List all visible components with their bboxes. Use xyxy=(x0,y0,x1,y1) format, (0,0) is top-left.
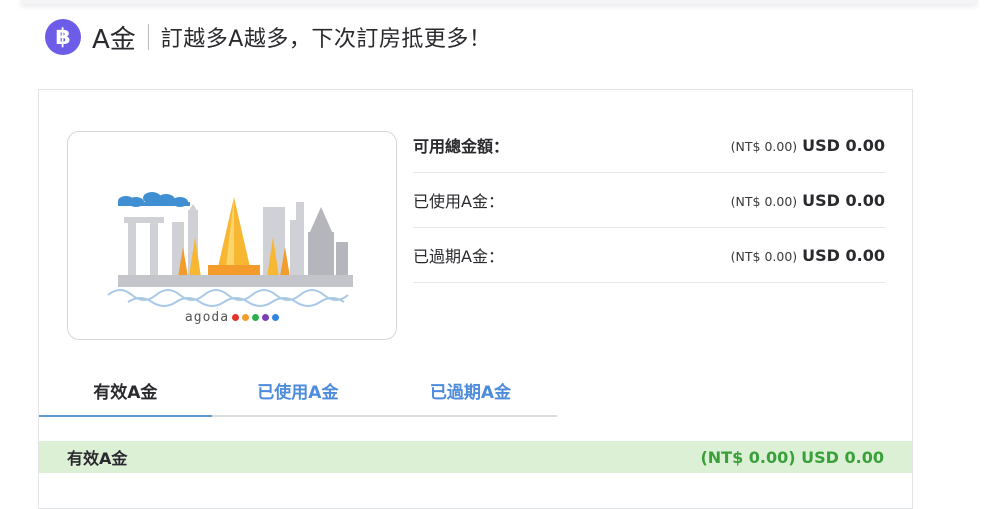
city-skyline-illustration xyxy=(107,192,353,307)
cash-tabs: 有效A金 已使用A金 已過期A金 xyxy=(39,370,557,417)
tab-valid-cash[interactable]: 有效A金 xyxy=(39,370,212,417)
summary-label: 有效A金 xyxy=(67,449,128,468)
balance-label: 已使用A金： xyxy=(413,192,504,211)
tab-expired-cash[interactable]: 已過期A金 xyxy=(384,370,557,415)
balance-list: 可用總金額： (NT$ 0.00) USD 0.00 已使用A金： (NT$ 0… xyxy=(413,118,885,283)
balance-amount: (NT$ 0.00) USD 0.00 xyxy=(731,246,885,265)
logo-dot xyxy=(272,314,280,321)
agoda-logo-text: agoda xyxy=(184,310,230,325)
logo-dot xyxy=(232,314,240,321)
title-divider xyxy=(147,24,149,50)
logo-dot xyxy=(262,314,270,321)
valid-cash-summary: 有效A金 (NT$ 0.00) USD 0.00 xyxy=(39,441,912,473)
page-tagline: 訂越多A越多，下次訂房抵更多！ xyxy=(160,27,492,52)
balance-amount: (NT$ 0.00) USD 0.00 xyxy=(731,191,885,210)
page-title: A金 xyxy=(92,24,136,55)
balance-label: 已過期A金： xyxy=(413,247,504,266)
balance-usd: USD 0.00 xyxy=(802,245,885,265)
balance-ntd: (NT$ 0.00) xyxy=(730,248,798,264)
page-header: ฿ A金 訂越多A越多，下次訂房抵更多！ xyxy=(45,17,491,57)
logo-dot xyxy=(252,314,260,321)
balance-usd: USD 0.00 xyxy=(802,135,885,155)
tab-used-cash[interactable]: 已使用A金 xyxy=(212,370,385,415)
cash-panel: agoda 可用總金額： (NT$ 0.00) USD 0.00 已使用A金： … xyxy=(38,89,913,509)
balance-row-available: 可用總金額： (NT$ 0.00) USD 0.00 xyxy=(413,118,885,173)
summary-amount: (NT$ 0.00) USD 0.00 xyxy=(700,447,884,467)
agoda-logo: agoda xyxy=(68,310,396,325)
logo-dot xyxy=(242,314,250,321)
balance-amount: (NT$ 0.00) USD 0.00 xyxy=(731,136,885,155)
balance-ntd: (NT$ 0.00) xyxy=(730,138,798,154)
balance-usd: USD 0.00 xyxy=(802,190,885,210)
agoda-cash-card: agoda xyxy=(67,131,397,340)
balance-row-used: 已使用A金： (NT$ 0.00) USD 0.00 xyxy=(413,173,885,228)
balance-label: 可用總金額： xyxy=(413,137,510,156)
agoda-cash-coin-icon: ฿ xyxy=(45,19,81,55)
balance-row-expired: 已過期A金： (NT$ 0.00) USD 0.00 xyxy=(413,228,885,283)
top-bar-edge xyxy=(20,0,978,4)
balance-ntd: (NT$ 0.00) xyxy=(730,193,798,209)
